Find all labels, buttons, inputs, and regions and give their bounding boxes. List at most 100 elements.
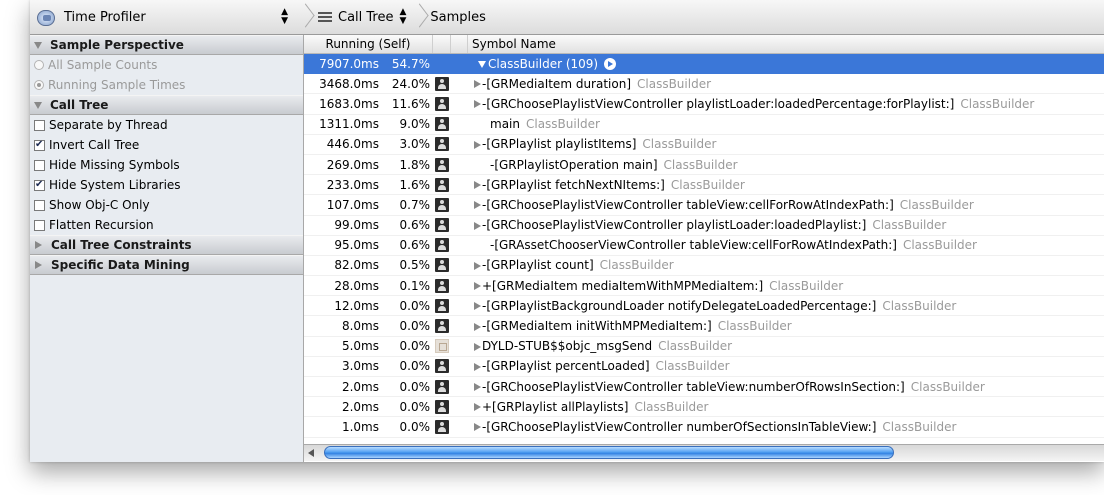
- sidebar-option[interactable]: Flatten Recursion: [30, 215, 303, 235]
- table-row[interactable]: 95.0ms 0.6% -[GRAssetChooserViewController…: [304, 236, 1104, 256]
- table-row[interactable]: 1311.0ms 9.0% main ClassBuilder: [304, 115, 1104, 135]
- table-row[interactable]: 446.0ms 3.0% -[GRPlaylist playlistItems] Cl…: [304, 135, 1104, 155]
- disclosure-right-icon[interactable]: [474, 80, 481, 89]
- disclosure-down-icon[interactable]: [34, 41, 42, 49]
- table-row[interactable]: 1683.0ms 11.6% -[GRChoosePlaylistViewContr…: [304, 94, 1104, 115]
- disclosure-right-icon[interactable]: [35, 261, 42, 269]
- disclosure-right-icon[interactable]: [474, 383, 481, 392]
- icon-cell: [433, 218, 451, 233]
- user-code-icon: [435, 218, 449, 233]
- icon-cell: [433, 258, 451, 273]
- table-row[interactable]: 28.0ms 0.1% +[GRMediaItem mediaItemWithMPM…: [304, 276, 1104, 297]
- table-row[interactable]: 3468.0ms 24.0% -[GRMediaItem duration] Clas…: [304, 74, 1104, 95]
- checkbox[interactable]: [34, 219, 45, 231]
- table-row[interactable]: 12.0ms 0.0% -[GRPlaylistBackgroundLoader n…: [304, 296, 1104, 317]
- user-code-icon: [435, 258, 449, 273]
- column-header-running[interactable]: Running (Self): [304, 35, 433, 53]
- sidebar-section-header[interactable]: Call Tree: [30, 95, 303, 115]
- table-row[interactable]: 3.0ms 0.0% -[GRPlaylist percentLoaded] Clas…: [304, 357, 1104, 377]
- disclosure-right-icon[interactable]: [474, 201, 481, 210]
- option-label: Running Sample Times: [48, 78, 186, 92]
- table-row[interactable]: 269.0ms 1.8% -[GRPlaylistOperation main] Cl…: [304, 155, 1104, 176]
- icon-cell: [433, 399, 451, 414]
- sidebar-section-header[interactable]: Specific Data Mining: [30, 255, 303, 275]
- symbol-name: -[GRChoosePlaylistViewController numberO…: [482, 419, 877, 434]
- detail-breadcrumb[interactable]: Samples: [424, 0, 486, 34]
- user-code-icon: [435, 319, 449, 334]
- checkbox[interactable]: [34, 179, 45, 191]
- sidebar-option[interactable]: Show Obj-C Only: [30, 195, 303, 215]
- sidebar-option[interactable]: Hide Missing Symbols: [30, 155, 303, 175]
- icon-cell: [433, 76, 451, 91]
- running-percent-cell: 0.0%: [399, 359, 431, 374]
- running-time-cell: 2.0ms: [341, 379, 379, 394]
- table-row[interactable]: 2.0ms 0.0% +[GRPlaylist allPlaylists] Class…: [304, 397, 1104, 418]
- symbol-cell: -[GRChoosePlaylistViewController tableVi…: [468, 198, 1104, 212]
- disclosure-down-icon[interactable]: [34, 101, 42, 109]
- disclosure-right-icon[interactable]: [474, 140, 481, 149]
- horizontal-scrollbar[interactable]: [304, 444, 1104, 461]
- disclosure-right-icon[interactable]: [474, 221, 481, 230]
- table-row[interactable]: 82.0ms 0.5% -[GRPlaylist count] ClassBuilde…: [304, 256, 1104, 277]
- disclosure-right-icon[interactable]: [474, 261, 481, 270]
- symbol-cell: main ClassBuilder: [468, 117, 1104, 131]
- call-tree-table: Running (Self) Symbol Name 7907.0ms 54.7%…: [304, 35, 1104, 462]
- running-time-cell: 95.0ms: [334, 238, 379, 253]
- icon-cell: [433, 419, 451, 434]
- table-row[interactable]: 7907.0ms 54.7% ClassBuilder (109): [304, 54, 1104, 75]
- table-row[interactable]: 5.0ms 0.0% DYLD-STUB$$objc_msgSend ClassBui…: [304, 337, 1104, 357]
- checkbox[interactable]: [34, 119, 45, 131]
- instrument-selector[interactable]: Time Profiler ▲ ▼: [30, 0, 298, 34]
- disclosure-right-icon[interactable]: [474, 362, 481, 371]
- scroll-thumb[interactable]: [324, 446, 894, 459]
- checkbox[interactable]: [34, 159, 45, 171]
- library-icon: [435, 339, 449, 354]
- sidebar-section-header[interactable]: Sample Perspective: [30, 35, 303, 55]
- running-percent-cell: 0.6%: [399, 238, 431, 253]
- checkbox[interactable]: [34, 199, 45, 211]
- symbol-name: +[GRPlaylist allPlaylists]: [482, 399, 629, 414]
- table-row[interactable]: 8.0ms 0.0% -[GRMediaItem initWithMPMediaIt…: [304, 316, 1104, 337]
- table-row[interactable]: 233.0ms 1.6% -[GRPlaylist fetchNextNItems:…: [304, 175, 1104, 196]
- sidebar-section-header[interactable]: Call Tree Constraints: [30, 235, 303, 255]
- navigate-arrow-icon[interactable]: [604, 58, 617, 71]
- running-percent-cell: 0.0%: [399, 339, 431, 354]
- running-time-cell: 5.0ms: [341, 339, 379, 354]
- disclosure-right-icon[interactable]: [474, 423, 481, 432]
- column-header-symbol[interactable]: Symbol Name: [468, 35, 1104, 53]
- table-body: 7907.0ms 54.7% ClassBuilder (109) 3468.0ms 2…: [304, 54, 1104, 438]
- running-percent-cell: 1.8%: [399, 157, 431, 172]
- disclosure-right-icon[interactable]: [474, 282, 481, 291]
- disclosure-right-icon[interactable]: [474, 302, 481, 311]
- running-time-cell: 1.0ms: [341, 419, 379, 434]
- disclosure-right-icon[interactable]: [474, 342, 481, 351]
- sidebar-option[interactable]: Separate by Thread: [30, 115, 303, 135]
- running-percent-cell: 0.7%: [399, 197, 431, 212]
- disclosure-right-icon[interactable]: [474, 181, 481, 190]
- symbol-name: -[GRChoosePlaylistViewController tableVi…: [482, 379, 905, 394]
- sidebar-option[interactable]: Invert Call Tree: [30, 135, 303, 155]
- user-code-icon: [435, 117, 449, 132]
- disclosure-down-icon[interactable]: [478, 60, 486, 68]
- symbol-name: DYLD-STUB$$objc_msgSend: [482, 339, 653, 354]
- scroll-left-icon[interactable]: [308, 449, 314, 457]
- symbol-cell: DYLD-STUB$$objc_msgSend ClassBuilder: [468, 339, 1104, 353]
- updown-arrows-icon: ▲ ▼: [281, 7, 288, 26]
- table-row[interactable]: 1.0ms 0.0% -[GRChoosePlaylistViewControlle…: [304, 417, 1104, 438]
- checkbox[interactable]: [34, 139, 45, 151]
- disclosure-right-icon[interactable]: [474, 322, 481, 331]
- symbol-cell: -[GRPlaylist playlistItems] ClassBuilder: [468, 137, 1104, 151]
- table-row[interactable]: 2.0ms 0.0% -[GRChoosePlaylistViewControlle…: [304, 377, 1104, 398]
- table-row[interactable]: 99.0ms 0.6% -[GRChoosePlaylistViewControll…: [304, 216, 1104, 236]
- disclosure-right-icon[interactable]: [474, 100, 481, 109]
- table-row[interactable]: 107.0ms 0.7% -[GRChoosePlaylistViewControl…: [304, 195, 1104, 216]
- sidebar-option[interactable]: Hide System Libraries: [30, 175, 303, 195]
- disclosure-right-icon[interactable]: [35, 241, 42, 249]
- symbol-name: -[GRPlaylistOperation main]: [490, 157, 658, 172]
- disclosure-right-icon[interactable]: [474, 403, 481, 412]
- symbol-name: -[GRChoosePlaylistViewController playlis…: [482, 218, 867, 233]
- running-percent-cell: 11.6%: [391, 96, 430, 111]
- symbol-cell: -[GRChoosePlaylistViewController playlis…: [468, 218, 1104, 232]
- icon-cell: [433, 339, 451, 354]
- view-selector[interactable]: Call Tree ▲ ▼: [310, 0, 412, 34]
